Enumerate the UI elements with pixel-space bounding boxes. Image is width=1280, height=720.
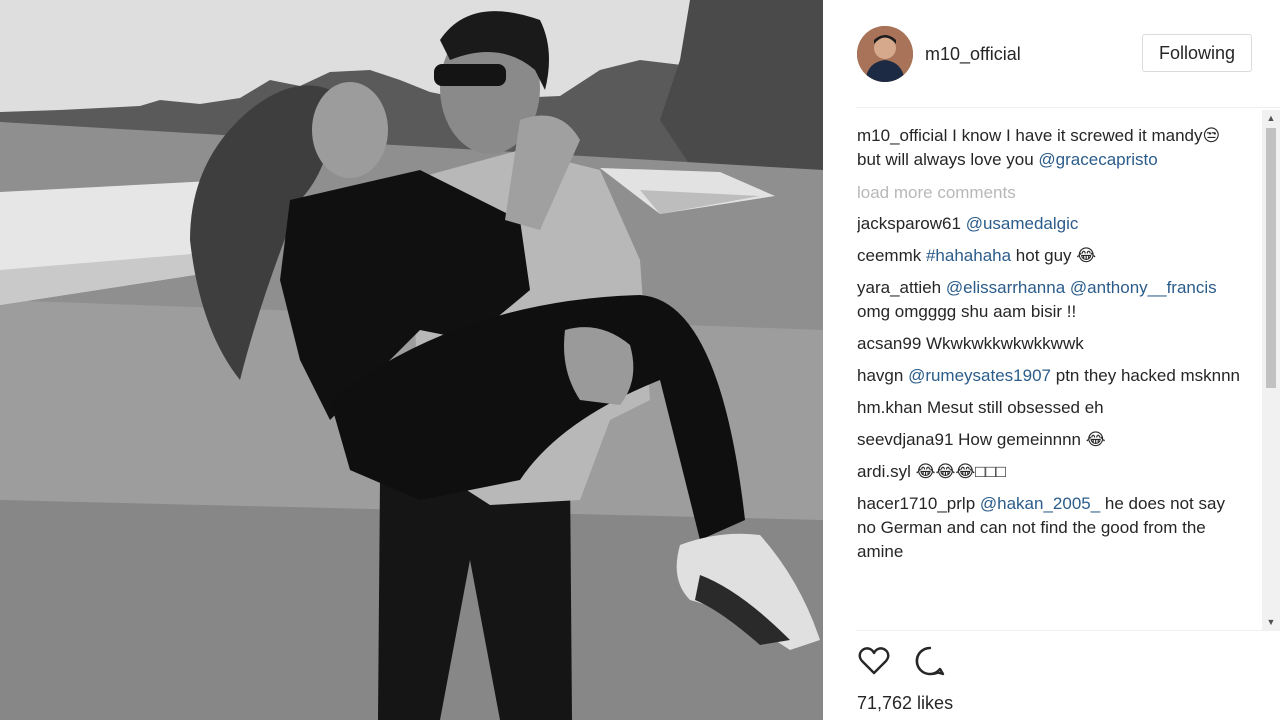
scroll-up-arrow-icon[interactable]: ▲	[1262, 110, 1280, 126]
comment-username[interactable]: hacer1710_prlp	[857, 494, 975, 513]
scrollbar-thumb[interactable]	[1266, 128, 1276, 388]
comment-text: Wkwkwkkwkwkkwwk	[926, 334, 1084, 353]
post-sidebar: m10_official Following m10_official I kn…	[823, 0, 1280, 720]
comment-username[interactable]: seevdjana91	[857, 430, 953, 449]
comment-mention[interactable]: @hakan_2005_	[980, 494, 1100, 513]
comment-mention[interactable]: #hahahaha	[926, 246, 1011, 265]
comment-item: hacer1710_prlp @hakan_2005_ he does not …	[857, 492, 1247, 564]
comment-text: ptn they hacked msknnn	[1051, 366, 1241, 385]
comment-item: hm.khan Mesut still obsessed eh	[857, 396, 1247, 420]
load-more-comments-link[interactable]: load more comments	[857, 181, 1247, 205]
comment-text: Mesut still obsessed eh	[926, 398, 1104, 417]
couple-photo-illustration	[0, 0, 823, 720]
caption-mention[interactable]: @gracecapristo	[1038, 150, 1157, 169]
comment-username[interactable]: yara_attieh	[857, 278, 941, 297]
comment-mention[interactable]: @anthony__francis	[1070, 278, 1217, 297]
comment-bubble-icon[interactable]	[913, 644, 947, 678]
comment-item: acsan99 Wkwkwkkwkwkkwwk	[857, 332, 1247, 356]
comments-list: m10_official I know I have it screwed it…	[857, 124, 1247, 630]
comment-username[interactable]: ceemmk	[857, 246, 921, 265]
comment-text: How gemeinnnn 😂	[958, 430, 1106, 449]
post-author-username[interactable]: m10_official	[925, 44, 1021, 65]
comment-text: omg omgggg shu aam bisir !!	[857, 302, 1077, 321]
post-caption: m10_official I know I have it screwed it…	[857, 124, 1247, 172]
comment-username[interactable]: jacksparow61	[857, 214, 961, 233]
comment-username[interactable]: ardi.syl	[857, 462, 911, 481]
comment-item: yara_attieh @elissarrhanna @anthony__fra…	[857, 276, 1247, 324]
comment-item: ardi.syl 😂😂😂□□□	[857, 460, 1247, 484]
avatar[interactable]	[857, 26, 913, 82]
comment-mention[interactable]: @rumeysates1907	[908, 366, 1051, 385]
caption-username[interactable]: m10_official	[857, 126, 947, 145]
comment-item: ceemmk #hahahaha hot guy 😂	[857, 244, 1247, 268]
comment-username[interactable]: hm.khan	[857, 398, 922, 417]
comment-mention[interactable]: @usamedalgic	[966, 214, 1079, 233]
comments-scrollbar[interactable]: ▲ ▼	[1262, 110, 1280, 630]
comment-item: seevdjana91 How gemeinnnn 😂	[857, 428, 1247, 452]
scroll-down-arrow-icon[interactable]: ▼	[1262, 614, 1280, 630]
post-header: m10_official Following	[823, 0, 1280, 108]
comment-mention[interactable]: @elissarrhanna	[946, 278, 1065, 297]
actions-divider	[856, 630, 1280, 631]
heart-icon[interactable]	[857, 644, 891, 678]
following-button[interactable]: Following	[1142, 34, 1252, 72]
likes-count[interactable]: 71,762 likes	[857, 693, 953, 714]
comment-text: 😂😂😂□□□	[915, 462, 1006, 481]
comment-item: jacksparow61 @usamedalgic	[857, 212, 1247, 236]
comment-username[interactable]: havgn	[857, 366, 903, 385]
comment-text: hot guy 😂	[1011, 246, 1097, 265]
comment-username[interactable]: acsan99	[857, 334, 921, 353]
post-actions	[857, 644, 947, 678]
comment-items: jacksparow61 @usamedalgic ceemmk #hahahah…	[857, 212, 1247, 564]
comment-item: havgn @rumeysates1907 ptn they hacked ms…	[857, 364, 1247, 388]
avatar-image	[857, 26, 913, 82]
header-divider	[856, 107, 1280, 108]
post-photo[interactable]	[0, 0, 823, 720]
